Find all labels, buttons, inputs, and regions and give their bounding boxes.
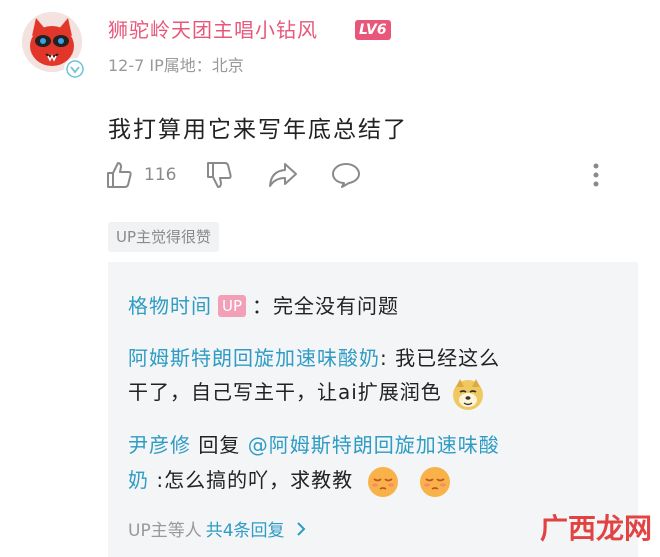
comment-icon: [332, 163, 360, 188]
reply-item: 格物时间 UP ：完全没有问题: [128, 290, 399, 319]
reply-item: 阿姆斯特朗回旋加速味酸奶: 我已经这么: [128, 342, 500, 371]
reply-text: 我已经这么: [387, 346, 501, 370]
more-replies[interactable]: UP主等人 共4条回复: [128, 516, 311, 541]
like-count: 116: [144, 165, 177, 185]
share-button[interactable]: [267, 160, 299, 190]
comment-text: 我打算用它来写年底总结了: [108, 117, 408, 143]
reply-username[interactable]: 阿姆斯特朗回旋加速味酸奶: [128, 346, 380, 370]
reply-text: :怎么搞的吖，求教教: [149, 468, 354, 492]
chevron-right-icon: [296, 521, 305, 536]
reply-text: 完全没有问题: [273, 294, 400, 318]
more-vertical-icon: [593, 163, 599, 187]
reply-username[interactable]: 格物时间: [128, 294, 212, 318]
reply-item-continued: 奶 :怎么搞的吖，求教教: [128, 464, 452, 499]
like-button[interactable]: 116: [104, 160, 176, 190]
verify-badge-icon: [64, 58, 86, 80]
sleepy-emoji: [368, 466, 399, 497]
more-options-button[interactable]: [590, 160, 602, 190]
more-replies-link[interactable]: 共4条回复: [206, 516, 285, 541]
reply-item: 尹彦修 回复 @阿姆斯特朗回旋加速味酸: [128, 429, 500, 458]
dislike-button[interactable]: [204, 160, 234, 190]
reply-text: 干了，自己写主干，让ai扩展润色: [128, 380, 442, 404]
reply-separator: ：: [252, 294, 274, 318]
up-badge: UP: [218, 295, 247, 317]
comment-username[interactable]: 狮驼岭天团主唱小钻风: [108, 14, 318, 43]
reply-item-continued: 干了，自己写主干，让ai扩展润色: [128, 376, 485, 411]
like-icon: [107, 162, 132, 188]
reply-mention-continued[interactable]: 奶: [128, 468, 149, 492]
sleepy-emoji: [419, 466, 450, 497]
comment-actions: 116: [104, 160, 644, 196]
reply-username[interactable]: 尹彦修: [128, 433, 191, 457]
comment-meta: 12-7 IP属地：北京: [108, 56, 244, 75]
reply-mention[interactable]: @阿姆斯特朗回旋加速味酸: [248, 433, 500, 457]
share-icon: [269, 163, 297, 187]
reply-word: 回复: [191, 433, 248, 457]
watermark: 广西龙网: [539, 512, 652, 545]
reply-separator: :: [380, 346, 388, 370]
more-replies-prefix: UP主等人: [128, 521, 202, 541]
level-badge: LV6: [355, 20, 391, 40]
up-liked-tag: UP主觉得很赞: [108, 222, 220, 252]
reply-button[interactable]: [330, 160, 362, 190]
dislike-icon: [207, 162, 232, 188]
doge-emoji: [453, 378, 484, 410]
